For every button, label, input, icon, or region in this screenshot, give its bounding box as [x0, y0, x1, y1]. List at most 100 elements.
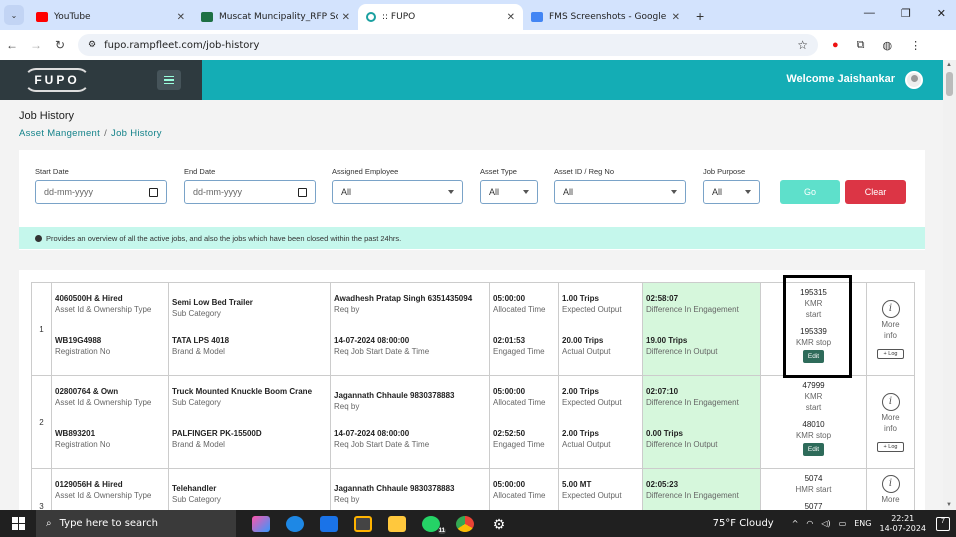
url-text: fupo.rampfleet.com/job-history — [104, 39, 260, 51]
tab-fms-screenshots[interactable]: FMS Screenshots - Google Drive ✕ — [523, 4, 688, 30]
network-icon[interactable]: ◠ — [806, 519, 813, 528]
close-window-icon[interactable]: ✕ — [937, 7, 946, 20]
taskbar-search[interactable]: ⌕ Type here to search — [36, 510, 236, 537]
chrome-icon[interactable] — [456, 515, 474, 532]
settings-gear-icon[interactable]: ⚙ — [490, 516, 508, 532]
end-date-input[interactable]: dd-mm-yyyy — [184, 180, 316, 204]
info-icon[interactable]: i — [881, 392, 900, 411]
battery-icon[interactable]: ▭ — [839, 519, 847, 528]
asset-id: 0129056H & Hired — [55, 480, 123, 489]
page-scrollbar[interactable]: ▲ ▼ — [943, 60, 956, 510]
tab-search-button[interactable]: ⌄ — [4, 5, 24, 25]
requested-by: Awadhesh Pratap Singh 6351435094 — [334, 294, 473, 303]
clear-button[interactable]: Clear — [845, 180, 906, 204]
youtube-icon — [36, 12, 48, 22]
go-button[interactable]: Go — [780, 180, 840, 204]
asset-type-label: Asset Type — [480, 167, 517, 176]
restore-icon[interactable]: ❐ — [901, 7, 911, 20]
assigned-employee-select[interactable]: All — [332, 180, 463, 204]
hmr-start-value: 5074 — [804, 474, 823, 483]
allocated-time: 05:00:00 — [493, 387, 526, 396]
volume-icon[interactable]: ◁) — [821, 519, 830, 528]
asset-id-label: Asset Id & Ownership Type — [55, 305, 152, 314]
windows-taskbar: ⌕ Type here to search 11 ⚙ 75°F Cloudy ^ … — [0, 510, 956, 537]
asset-type-select[interactable]: All — [480, 180, 538, 204]
job-purpose-select[interactable]: All — [703, 180, 760, 204]
file-explorer-icon[interactable] — [388, 515, 406, 532]
sub-category: Semi Low Bed Trailer — [172, 298, 253, 307]
bookmark-star-icon[interactable]: ☆ — [797, 38, 808, 52]
reload-icon[interactable]: ↻ — [48, 38, 72, 52]
close-icon[interactable]: ✕ — [507, 12, 515, 23]
clock[interactable]: 22:21 14-07-2024 — [880, 514, 927, 534]
weather-widget[interactable]: 75°F Cloudy — [713, 518, 774, 529]
registration-no: WB19G4988 — [55, 336, 102, 345]
requested-by-label: Req by — [334, 495, 360, 504]
tab-muscat-rfp[interactable]: Muscat Muncipality_RFP Scope ✕ — [193, 4, 358, 30]
opera-icon[interactable]: ● — [832, 39, 839, 51]
mail-icon[interactable] — [320, 515, 338, 532]
close-icon[interactable]: ✕ — [342, 12, 350, 23]
forward-icon[interactable]: → — [24, 38, 48, 52]
site-info-icon[interactable]: ⚙ — [88, 40, 96, 50]
whatsapp-icon[interactable]: 11 — [422, 515, 446, 534]
scroll-down-icon[interactable]: ▼ — [946, 502, 952, 508]
avatar[interactable] — [905, 71, 923, 89]
difference-cell: 02:07:10 Difference In Engagement 0.00 Tr… — [642, 375, 761, 469]
menu-kebab-icon[interactable]: ⋮ — [910, 39, 921, 52]
profile-icon[interactable]: ◍ — [883, 39, 893, 52]
language-indicator[interactable]: ENG — [854, 519, 871, 528]
asset-id-label: Asset ID / Reg No — [554, 167, 615, 176]
whatsapp-badge: 11 — [437, 527, 446, 534]
expected-output-label: Expected Output — [562, 491, 622, 500]
difference-output-label: Difference In Output — [646, 440, 718, 449]
registration-no: WB893201 — [55, 429, 96, 438]
close-icon[interactable]: ✕ — [672, 12, 680, 23]
back-icon[interactable]: ← — [0, 38, 24, 52]
more-info-label[interactable]: More info — [878, 412, 904, 434]
category-cell: Telehandler Sub Category — [168, 468, 331, 510]
job-start-label: Req Job Start Date & Time — [334, 347, 430, 356]
sub-category: Telehandler — [172, 484, 217, 493]
engaged-time-label: Engaged Time — [493, 347, 545, 356]
new-tab-button[interactable]: + — [696, 8, 704, 24]
breadcrumb-asset-management[interactable]: Asset Mangement — [19, 128, 100, 139]
copilot-icon[interactable] — [252, 515, 270, 532]
close-icon[interactable]: ✕ — [177, 12, 185, 23]
calendar-icon[interactable] — [298, 187, 307, 197]
allocated-time: 05:00:00 — [493, 294, 526, 303]
difference-engagement-label: Difference In Engagement — [646, 398, 739, 407]
info-icon[interactable]: i — [881, 299, 900, 318]
allocated-time: 05:00:00 — [493, 480, 526, 489]
fupo-logo[interactable]: FUPO — [24, 68, 90, 92]
log-button[interactable]: + Log — [876, 348, 905, 359]
time-cell: 05:00:00 Allocated Time 02:52:50 Engaged T… — [489, 375, 559, 469]
edge-icon[interactable] — [286, 515, 304, 532]
tab-title: Muscat Muncipality_RFP Scope — [219, 12, 338, 22]
edit-button[interactable]: Edit — [802, 443, 825, 456]
notification-icon[interactable]: 7 — [936, 516, 950, 531]
address-bar-row: ← → ↻ ⚙ fupo.rampfleet.com/job-history ☆… — [0, 30, 956, 60]
tab-fupo[interactable]: :: FUPO ✕ — [358, 4, 523, 30]
url-bar[interactable]: ⚙ fupo.rampfleet.com/job-history ☆ — [78, 34, 818, 56]
log-button[interactable]: + Log — [876, 441, 905, 452]
more-info-label[interactable]: More — [870, 494, 911, 505]
job-start: 14-07-2024 08:00:00 — [334, 429, 410, 438]
kmr-stop-value: 48010 — [802, 420, 825, 429]
windows-start-icon[interactable] — [0, 517, 36, 530]
store-icon[interactable] — [354, 515, 372, 532]
select-value: All — [712, 187, 723, 197]
hamburger-menu-icon[interactable] — [157, 70, 181, 90]
start-date-input[interactable]: dd-mm-yyyy — [35, 180, 167, 204]
tab-youtube[interactable]: YouTube ✕ — [28, 4, 193, 30]
asset-id-select[interactable]: All — [554, 180, 686, 204]
more-info-label[interactable]: More info — [878, 319, 904, 341]
info-icon[interactable]: i — [881, 475, 900, 493]
tray-chevron-icon[interactable]: ^ — [792, 519, 799, 528]
scrollbar-thumb[interactable] — [946, 72, 953, 96]
extensions-puzzle-icon[interactable]: ⧉ — [857, 39, 865, 52]
scroll-up-icon[interactable]: ▲ — [946, 62, 952, 68]
minimize-icon[interactable]: — — [864, 7, 875, 20]
highlight-box — [783, 275, 852, 378]
calendar-icon[interactable] — [149, 187, 158, 197]
